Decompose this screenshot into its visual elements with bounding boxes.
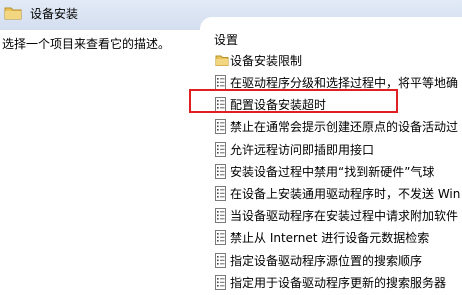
setting-label: 当设备驱动程序在安装过程中请求附加软件 bbox=[230, 209, 459, 224]
setting-row[interactable]: 允许远程访问即插即用接口 bbox=[212, 139, 462, 161]
setting-label: 禁止从 Internet 进行设备元数据检索 bbox=[230, 231, 430, 246]
setting-label: 在设备上安装通用驱动程序时，不发送 Win bbox=[230, 187, 461, 201]
setting-label: 允许远程访问即插即用接口 bbox=[230, 142, 375, 157]
folder-icon bbox=[4, 7, 22, 20]
policy-setting-icon bbox=[215, 230, 226, 246]
setting-row[interactable]: 禁止从 Internet 进行设备元数据检索 bbox=[212, 227, 462, 249]
column-header-setting[interactable]: 设置 bbox=[214, 31, 238, 48]
setting-row[interactable]: 指定设备驱动程序源位置的搜索顺序 bbox=[212, 250, 462, 272]
description-text: 选择一个项目来查看它的描述。 bbox=[2, 37, 171, 51]
folder-item-device-install-restrictions[interactable]: 设备安装限制 bbox=[212, 50, 462, 72]
setting-row[interactable]: 当设备驱动程序在安装过程中请求附加软件 bbox=[212, 205, 462, 227]
settings-pane: 设置 设备安装限制 在驱动程序分级和选择过程中，将平等地确 配置设备安装超时 禁止在… bbox=[200, 17, 462, 295]
setting-row[interactable]: 禁止在通常会提示创建还原点的设备活动过 bbox=[212, 116, 462, 138]
policy-setting-icon bbox=[215, 141, 226, 157]
setting-label: 禁止在通常会提示创建还原点的设备活动过 bbox=[230, 120, 459, 135]
folder-icon bbox=[215, 55, 229, 66]
policy-setting-icon bbox=[215, 119, 226, 135]
policy-setting-icon bbox=[215, 274, 226, 290]
setting-label: 指定设备驱动程序源位置的搜索顺序 bbox=[230, 253, 423, 268]
policy-setting-icon bbox=[215, 186, 226, 201]
description-pane: 选择一个项目来查看它的描述。 bbox=[0, 30, 200, 295]
policy-setting-icon bbox=[215, 252, 226, 268]
highlight-annotation bbox=[189, 89, 398, 113]
policy-setting-icon bbox=[215, 163, 226, 179]
window-title: 设备安装 bbox=[30, 7, 79, 21]
setting-row[interactable]: 安装设备过程中禁用“找到新硬件”气球 bbox=[212, 161, 462, 183]
setting-row[interactable]: 在设备上安装通用驱动程序时，不发送 Win bbox=[212, 183, 462, 205]
policy-setting-icon bbox=[215, 208, 226, 224]
setting-label: 安装设备过程中禁用“找到新硬件”气球 bbox=[230, 164, 435, 179]
setting-label: 指定用于设备驱动程序更新的搜索服务器 bbox=[230, 275, 447, 290]
policy-setting-icon bbox=[215, 75, 226, 90]
setting-row[interactable]: 指定用于设备驱动程序更新的搜索服务器 bbox=[212, 272, 462, 294]
folder-item-label: 设备安装限制 bbox=[230, 54, 303, 68]
